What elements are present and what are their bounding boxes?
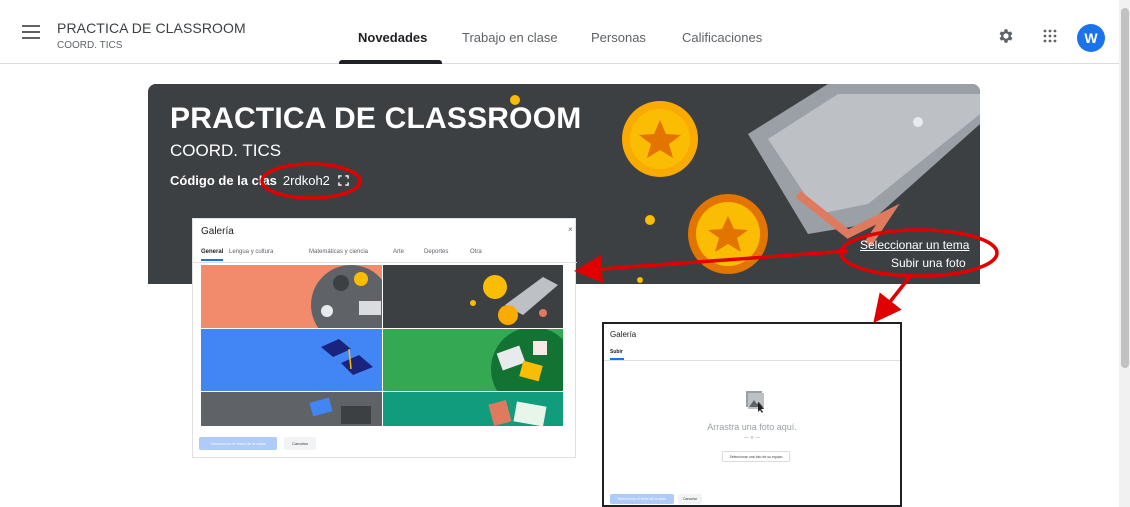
gallery-upload-title: Galería — [610, 330, 637, 339]
upload-divider — [604, 360, 900, 361]
course-title[interactable]: PRACTICA DE CLASSROOM — [57, 20, 246, 36]
image-upload-icon — [746, 391, 764, 413]
banner-subtitle: COORD. TICS — [170, 141, 282, 160]
gear-icon[interactable] — [997, 27, 1015, 45]
select-class-theme-button[interactable]: Seleccionar el tema de la clase — [610, 494, 674, 504]
hamburger-menu-icon[interactable] — [22, 25, 40, 39]
drag-photo-text: Arrastra una foto aquí. — [707, 422, 797, 432]
theme-thumbnail-notes[interactable] — [383, 329, 563, 391]
theme-thumbnail-books[interactable] — [201, 265, 382, 328]
gallery-tab-arte[interactable]: Arte — [393, 249, 404, 255]
gallery-title: Galería — [201, 226, 234, 237]
class-code-label: Código de la clas — [170, 173, 277, 188]
theme-thumbnail-caps[interactable] — [201, 329, 382, 391]
select-class-theme-button[interactable]: Seleccionar el tema de la clase — [199, 437, 277, 450]
gallery-upload-dialog: Galería Subir Arrastra una foto aquí. — … — [602, 322, 902, 507]
class-code-value: 2rdkoh2 — [282, 173, 330, 188]
tab-calificaciones[interactable]: Calificaciones — [682, 30, 762, 45]
close-icon[interactable]: × — [568, 225, 573, 234]
course-subtitle: COORD. TICS — [57, 40, 123, 51]
select-photo-button[interactable]: Seleccionar una foto de su equipo — [722, 451, 790, 462]
theme-thumbnail-tablet[interactable] — [383, 392, 563, 426]
cancel-button[interactable]: Cancelar — [678, 494, 702, 504]
apps-grid-icon[interactable] — [1043, 29, 1057, 43]
or-separator: — o — — [744, 435, 760, 441]
scrollbar-thumb[interactable] — [1121, 8, 1129, 368]
upload-tab[interactable]: Subir — [610, 349, 623, 355]
user-avatar[interactable]: W — [1077, 24, 1105, 52]
gallery-divider — [193, 262, 577, 263]
tab-personas[interactable]: Personas — [591, 30, 646, 45]
gallery-tab-otra[interactable]: Otra — [470, 249, 482, 255]
gallery-tab-general[interactable]: General — [201, 249, 223, 255]
screenshot-root: PRACTICA DE CLASSROOM COORD. TICS Noveda… — [0, 0, 1130, 507]
tab-trabajo-en-clase[interactable]: Trabajo en clase — [462, 30, 558, 45]
theme-thumbnail-graduation[interactable] — [383, 265, 563, 328]
page-scrollbar[interactable] — [1119, 0, 1130, 507]
tab-novedades[interactable]: Novedades — [358, 30, 427, 45]
gallery-tab-deportes[interactable]: Deportes — [424, 249, 448, 255]
banner-title: PRACTICA DE CLASSROOM — [170, 102, 582, 135]
top-app-bar: PRACTICA DE CLASSROOM COORD. TICS Noveda… — [0, 0, 1130, 64]
gallery-tab-indicator — [201, 259, 223, 261]
gallery-tab-matematicas[interactable]: Matemáticas y ciencia — [309, 249, 368, 255]
gallery-themes-dialog: Galería × General Lengua y cultura Matem… — [192, 218, 577, 458]
class-code: Código de la clas 2rdkoh2 — [170, 173, 349, 188]
fullscreen-icon[interactable] — [337, 175, 349, 186]
active-tab-indicator — [339, 60, 442, 64]
select-theme-link[interactable]: Seleccionar un tema — [860, 238, 969, 252]
theme-thumbnail-laptop[interactable] — [201, 392, 382, 426]
upload-photo-link[interactable]: Subir una foto — [891, 256, 966, 270]
gallery-tab-lengua[interactable]: Lengua y cultura — [229, 249, 273, 255]
cancel-button[interactable]: Cancelar — [284, 437, 316, 450]
